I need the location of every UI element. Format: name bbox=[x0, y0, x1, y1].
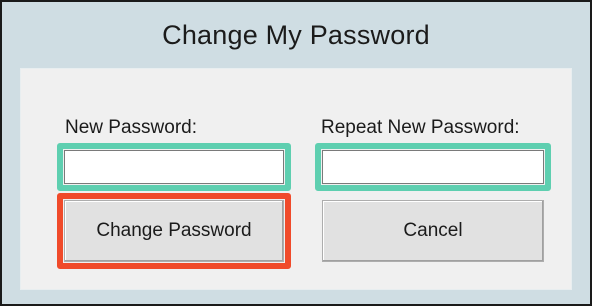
change-password-button[interactable]: Change Password bbox=[64, 200, 284, 262]
cancel-button[interactable]: Cancel bbox=[322, 200, 544, 262]
repeat-password-label: Repeat New Password: bbox=[321, 117, 520, 138]
repeat-password-field[interactable] bbox=[322, 150, 544, 184]
change-password-dialog: Change My Password New Password: Repeat … bbox=[0, 0, 592, 306]
dialog-content: New Password: Repeat New Password: Chang… bbox=[20, 68, 572, 290]
dialog-title-bar: Change My Password bbox=[2, 2, 590, 68]
dialog-title: Change My Password bbox=[162, 19, 430, 50]
new-password-label: New Password: bbox=[65, 117, 197, 138]
new-password-field[interactable] bbox=[64, 150, 284, 184]
